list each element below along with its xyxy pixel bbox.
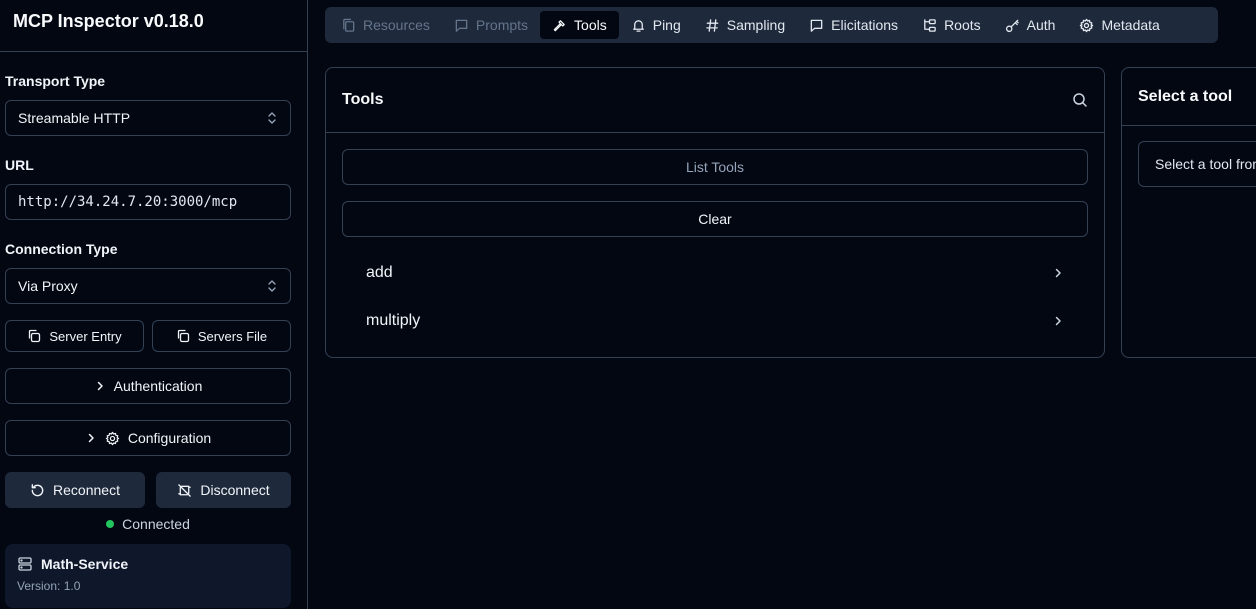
tab-metadata[interactable]: Metadata [1067, 11, 1171, 39]
tab-label: Roots [944, 17, 981, 33]
authentication-toggle[interactable]: Authentication [5, 368, 291, 404]
reconnect-button[interactable]: Reconnect [5, 472, 145, 508]
configuration-toggle[interactable]: Configuration [5, 420, 291, 456]
tools-panel: Tools List Tools Clear add multiply [325, 67, 1105, 358]
tab-label: Auth [1026, 17, 1056, 33]
server-name-row: Math-Service [17, 556, 279, 572]
tools-panel-title: Tools [342, 91, 384, 108]
list-tools-button[interactable]: List Tools [342, 149, 1088, 185]
tab-label: Ping [652, 17, 681, 33]
copy-icon [29, 329, 41, 343]
connection-type-label: Connection Type [5, 241, 118, 257]
message-icon [454, 18, 469, 33]
sidebar-header: MCP Inspector v0.18.0 [0, 0, 307, 52]
key-icon [1005, 18, 1020, 33]
disconnect-label: Disconnect [200, 482, 270, 498]
tool-detail-panel: Select a tool Select a tool from the lis… [1121, 67, 1256, 358]
tab-ping[interactable]: Ping [619, 11, 693, 39]
copy-icon [177, 329, 189, 343]
folder-tree-icon [922, 18, 937, 33]
server-entry-label: Server Entry [49, 328, 122, 344]
tool-item-label: add [366, 264, 393, 281]
hammer-icon [552, 18, 567, 33]
url-label: URL [5, 157, 34, 173]
url-input[interactable]: http://34.24.7.20:3000/mcp [5, 184, 291, 220]
gear-icon [1079, 18, 1094, 33]
tab-prompts[interactable]: Prompts [442, 11, 540, 39]
chevron-right-icon [1055, 316, 1061, 326]
authentication-label: Authentication [113, 378, 203, 394]
server-entry-button[interactable]: Server Entry [5, 320, 144, 352]
tab-label: Resources [363, 17, 430, 33]
tool-detail-title: Select a tool [1138, 88, 1233, 105]
chevron-right-icon [97, 381, 103, 391]
bell-icon [631, 18, 646, 33]
app-title: MCP Inspector v0.18.0 [13, 11, 204, 31]
tab-sampling[interactable]: Sampling [693, 11, 797, 39]
connection-type-value: Via Proxy [18, 278, 78, 294]
transport-type-select[interactable]: Streamable HTTP [5, 100, 291, 136]
connection-status: Connected [5, 516, 291, 532]
chevrons-up-down-icon [268, 112, 276, 124]
clear-button[interactable]: Clear [342, 201, 1088, 237]
chevron-right-icon [88, 433, 94, 443]
transport-type-label: Transport Type [5, 73, 106, 89]
tab-label: Elicitations [831, 17, 899, 33]
app-root: MCP Inspector v0.18.0 Transport Type Str… [0, 0, 1256, 609]
files-icon [341, 18, 356, 33]
chevron-right-icon [1055, 268, 1061, 278]
tool-item-multiply[interactable]: multiply [342, 299, 1088, 343]
status-text: Connected [122, 516, 190, 532]
gear-icon [105, 431, 120, 445]
servers-file-button[interactable]: Servers File [152, 320, 291, 352]
configuration-label: Configuration [127, 430, 212, 446]
tab-label: Sampling [726, 17, 786, 33]
tool-item-label: multiply [366, 312, 421, 329]
hash-icon [705, 18, 720, 33]
unplug-icon [178, 483, 192, 497]
tab-label: Prompts [475, 17, 529, 33]
tool-item-add[interactable]: add [342, 251, 1088, 295]
reconnect-label: Reconnect [53, 482, 120, 498]
connection-type-select[interactable]: Via Proxy [5, 268, 291, 304]
rotate-ccw-icon [31, 483, 44, 496]
tab-tools[interactable]: Tools [540, 11, 619, 39]
search-icon[interactable] [1072, 92, 1088, 108]
tab-resources[interactable]: Resources [329, 11, 442, 39]
server-name: Math-Service [41, 556, 129, 572]
tab-label: Tools [574, 17, 607, 33]
transport-type-value: Streamable HTTP [18, 110, 131, 126]
status-dot [106, 520, 115, 528]
tab-elicitations[interactable]: Elicitations [797, 11, 910, 39]
tab-roots[interactable]: Roots [910, 11, 993, 39]
sidebar: MCP Inspector v0.18.0 Transport Type Str… [0, 0, 308, 609]
server-version: Version: 1.0 [17, 579, 81, 593]
tab-bar: Resources Prompts Tools Ping Sampling Elicita… [325, 7, 1218, 43]
chevrons-up-down-icon [268, 280, 276, 292]
server-icon [18, 557, 32, 571]
tool-detail-hint: Select a tool from the list to view its … [1138, 141, 1256, 187]
servers-file-label: Servers File [197, 328, 268, 344]
message-icon [809, 18, 824, 33]
tab-label: Metadata [1101, 17, 1160, 33]
server-info-card: Math-Service Version: 1.0 [5, 544, 291, 608]
disconnect-button[interactable]: Disconnect [156, 472, 291, 508]
tab-auth[interactable]: Auth [993, 11, 1068, 39]
tool-detail-header: Select a tool [1122, 68, 1256, 126]
tools-panel-header: Tools [326, 68, 1104, 133]
